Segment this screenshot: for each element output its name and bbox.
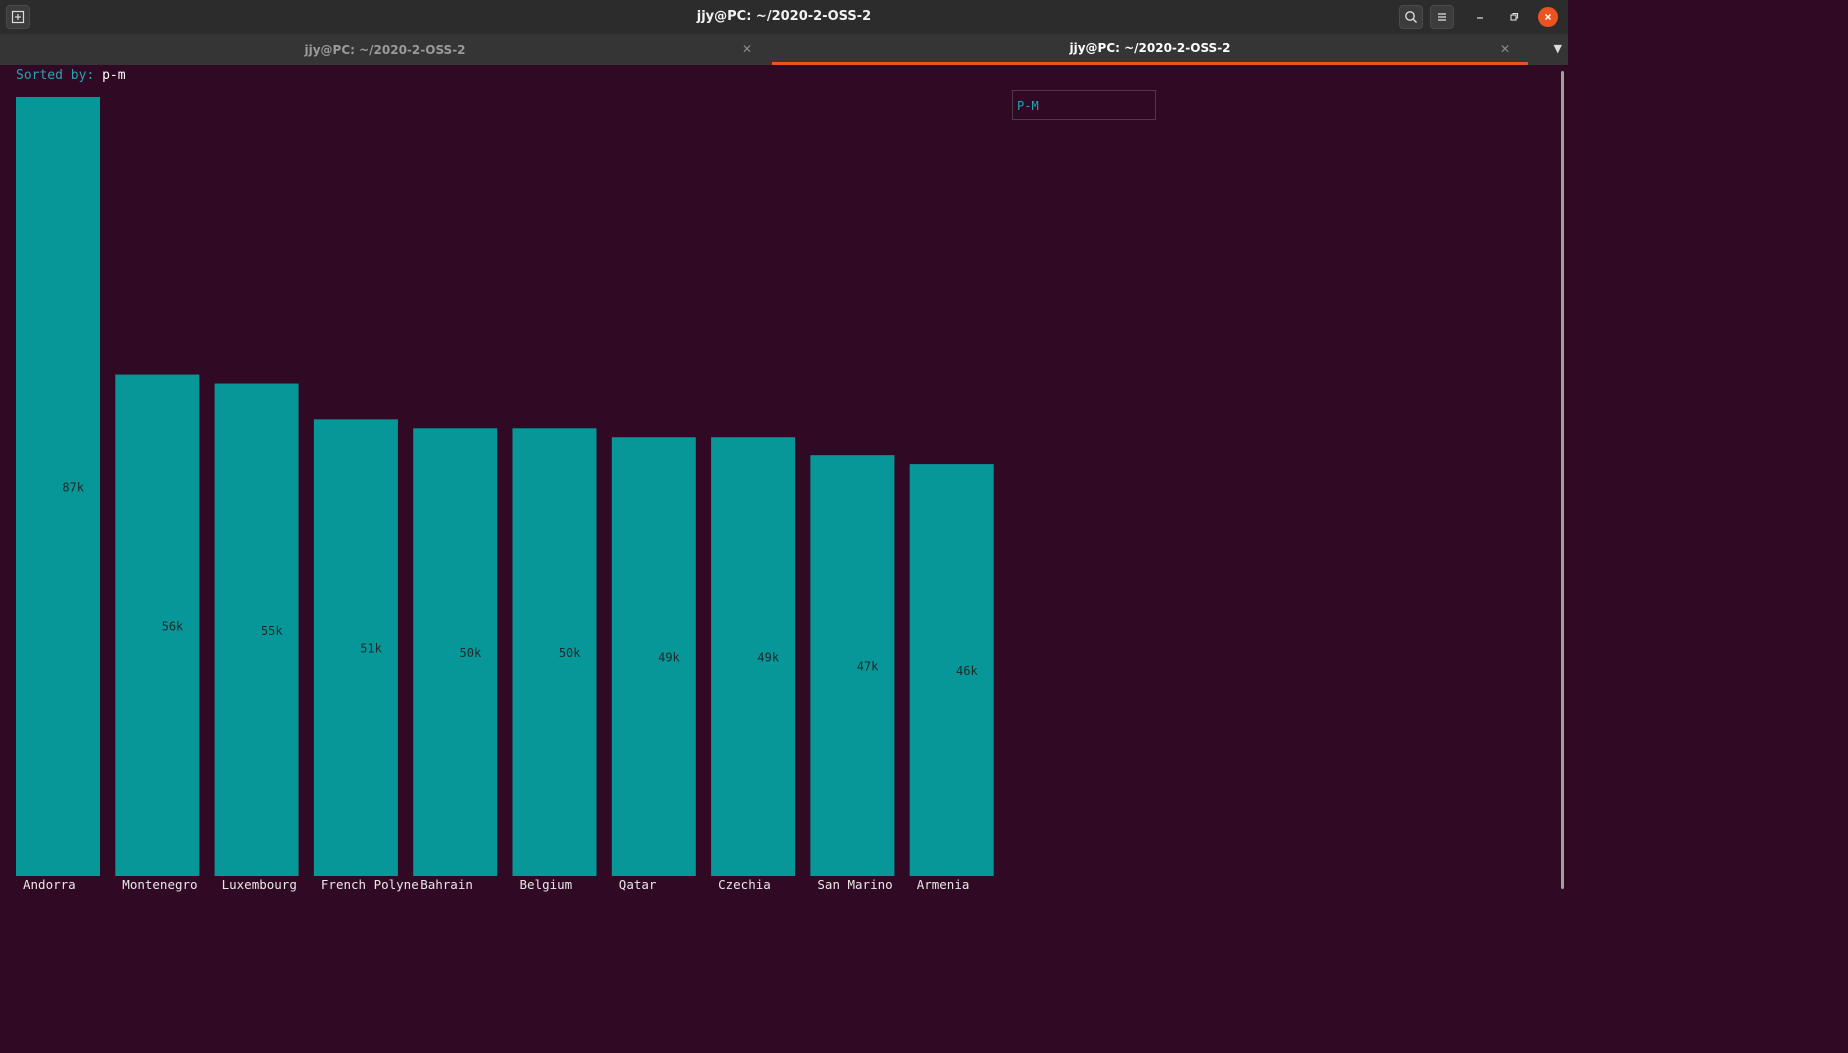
bar-value-label: 47k [857, 660, 879, 674]
bar-value-label: 50k [460, 646, 482, 660]
bar-montenegro [115, 374, 200, 876]
tab-close-icon[interactable]: ✕ [1500, 42, 1510, 56]
bar-belgium [512, 428, 597, 876]
bar-czechia [711, 437, 796, 876]
bar-bahrain [413, 428, 498, 876]
restore-button[interactable] [1502, 5, 1526, 29]
bar-value-label: 56k [162, 619, 184, 633]
tab-list-dropdown-icon[interactable]: ▼ [1554, 42, 1562, 55]
category-label: Belgium [520, 877, 573, 892]
hamburger-menu-icon [1438, 13, 1446, 21]
category-label: Andorra [23, 877, 76, 892]
tab-bar: jjy@PC: ~/2020-2-OSS-2 ✕ jjy@PC: ~/2020-… [0, 34, 1568, 65]
menu-button[interactable] [1430, 5, 1454, 29]
bar-value-label: 50k [559, 646, 581, 660]
minimize-icon [1477, 17, 1483, 19]
bar-value-label: 87k [62, 481, 84, 495]
category-label: Qatar [619, 877, 657, 892]
chart-legend: P-M [1012, 90, 1156, 120]
category-label: Armenia [917, 877, 970, 892]
bar-value-label: 51k [360, 642, 382, 656]
search-icon [1405, 11, 1417, 23]
title-bar: jjy@PC: ~/2020-2-OSS-2 [0, 0, 1568, 35]
tab-terminal-1[interactable]: jjy@PC: ~/2020-2-OSS-2 ✕ [0, 34, 770, 65]
scrollbar[interactable] [1561, 71, 1564, 889]
close-icon [1544, 13, 1552, 21]
bar-value-label: 49k [757, 651, 779, 665]
category-label: French Polyne [321, 877, 419, 892]
category-label: San Marino [817, 877, 892, 892]
legend-label: P-M [1017, 99, 1039, 113]
category-label: Bahrain [420, 877, 473, 892]
search-button[interactable] [1399, 5, 1423, 29]
tab-label: jjy@PC: ~/2020-2-OSS-2 [1069, 41, 1231, 55]
bar-chart: 87k Andorra 56k Montenegro 55k Luxembourg 51k F… [16, 97, 994, 892]
window-title: jjy@PC: ~/2020-2-OSS-2 [696, 9, 872, 24]
tab-close-icon[interactable]: ✕ [742, 42, 752, 56]
bar-san-marino [810, 455, 895, 876]
terminal-output[interactable]: Sorted by: p-m 87k Andorra 56k Montenegro 55… [0, 65, 1568, 893]
bar-french-polyne [313, 419, 398, 876]
minimize-button[interactable] [1468, 5, 1492, 29]
bar-armenia [909, 464, 994, 876]
tab-label: jjy@PC: ~/2020-2-OSS-2 [304, 42, 466, 57]
bar-value-label: 55k [261, 624, 283, 638]
bar-value-label: 46k [956, 664, 978, 678]
bar-andorra [16, 97, 100, 876]
bar-value-label: 49k [658, 651, 680, 665]
bar-luxembourg [214, 383, 299, 876]
close-button[interactable] [1538, 7, 1558, 27]
category-label: Luxembourg [222, 877, 297, 892]
category-label: Montenegro [122, 877, 197, 892]
bar-qatar [611, 437, 696, 876]
category-label: Czechia [718, 877, 771, 892]
tab-terminal-2[interactable]: jjy@PC: ~/2020-2-OSS-2 ✕ [772, 34, 1528, 65]
restore-icon [1510, 12, 1519, 21]
